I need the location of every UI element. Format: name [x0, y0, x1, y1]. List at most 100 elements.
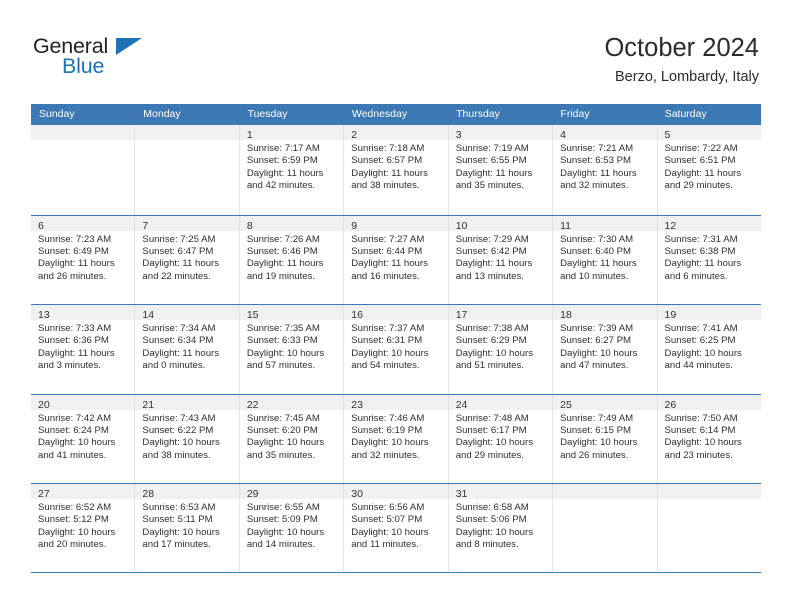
sunrise-text: Sunrise: 7:19 AM [455, 143, 529, 154]
day-cell-23[interactable]: 23 Sunrise: 7:46 AM Sunset: 6:19 PM Dayligh… [343, 394, 448, 483]
day-number: 27 [38, 488, 50, 500]
sunrise-text: Sunrise: 7:21 AM [560, 143, 634, 154]
daylight-text: and 38 minutes. [142, 449, 211, 461]
day-cell-7[interactable]: 7 Sunrise: 7:25 AM Sunset: 6:47 PM Daylight… [134, 215, 239, 304]
day-cell-25[interactable]: 25 Sunrise: 7:49 AM Sunset: 6:15 PM Dayligh… [552, 394, 657, 483]
day-cell-8[interactable]: 8 Sunrise: 7:26 AM Sunset: 6:46 PM Daylight… [238, 215, 344, 304]
sunset-text: Sunset: 6:42 PM [455, 245, 527, 257]
day-cell-details [135, 140, 238, 143]
day-cell-details [658, 499, 761, 502]
day-cell-11[interactable]: 11 Sunrise: 7:30 AM Sunset: 6:40 PM Dayligh… [552, 215, 657, 304]
daylight-text: Daylight: 10 hours [351, 437, 429, 449]
day-cell-24[interactable]: 24 Sunrise: 7:48 AM Sunset: 6:17 PM Dayligh… [447, 394, 553, 483]
day-cell-28[interactable]: 28 Sunrise: 6:53 AM Sunset: 5:11 PM Dayligh… [134, 484, 239, 572]
day-number: 4 [560, 129, 566, 141]
daylight-text: and 47 minutes. [560, 360, 629, 372]
day-cell-26[interactable]: 26 Sunrise: 7:50 AM Sunset: 6:14 PM Dayligh… [656, 394, 761, 483]
daylight-text: Daylight: 10 hours [455, 526, 534, 538]
day-cell-empty [552, 484, 657, 572]
daylight-text: Daylight: 10 hours [142, 526, 220, 538]
day-number-band: 25 [553, 394, 657, 411]
day-cell-6[interactable]: 6 Sunrise: 7:23 AM Sunset: 6:49 PM Daylight… [31, 215, 135, 305]
day-cell-30[interactable]: 30 Sunrise: 6:56 AM Sunset: 5:07 PM Dayligh… [343, 484, 448, 572]
day-cell-details: Sunrise: 7:25 AM Sunset: 6:47 PM Daylight:… [135, 231, 238, 284]
daylight-text: and 6 minutes. [664, 270, 728, 282]
day-cell-1[interactable]: 1 Sunrise: 7:17 AM Sunset: 6:59 PM Daylight… [238, 125, 344, 215]
daylight-text: Daylight: 11 hours [560, 167, 637, 179]
day-number: 11 [560, 219, 572, 232]
day-cell-details: Sunrise: 6:52 AM Sunset: 5:12 PM Daylight:… [31, 499, 134, 552]
day-cell-27[interactable]: 27 Sunrise: 6:52 AM Sunset: 5:12 PM Dayligh… [31, 484, 135, 572]
day-cell-2[interactable]: 2 Sunrise: 7:18 AM Sunset: 6:57 PM Daylight… [343, 125, 448, 215]
day-number-band: 10 [448, 215, 553, 232]
daylight-text: and 26 minutes. [560, 449, 629, 461]
day-cell-details: Sunrise: 7:43 AM Sunset: 6:22 PM Daylight:… [135, 410, 238, 463]
day-cell-31[interactable]: 31 Sunrise: 6:58 AM Sunset: 5:06 PM Dayligh… [447, 484, 553, 572]
sunrise-text: Sunrise: 7:34 AM [142, 323, 216, 334]
day-number: 29 [246, 488, 259, 500]
day-cell-14[interactable]: 14 Sunrise: 7:34 AM Sunset: 6:34 PM Dayligh… [134, 305, 239, 394]
daylight-text: Daylight: 11 hours [38, 258, 115, 270]
daylight-text: and 38 minutes. [351, 180, 420, 192]
daylight-text: Daylight: 10 hours [560, 347, 638, 359]
day-cell-details: Sunrise: 7:46 AM Sunset: 6:19 PM Daylight:… [344, 410, 447, 463]
daylight-text: Daylight: 11 hours [246, 167, 324, 179]
day-cell-21[interactable]: 21 Sunrise: 7:43 AM Sunset: 6:22 PM Dayligh… [134, 394, 239, 483]
day-number: 1 [246, 129, 253, 141]
day-number-band: 19 [657, 305, 761, 321]
day-number-band: 14 [135, 305, 239, 321]
sunrise-text: Sunrise: 7:42 AM [38, 412, 112, 424]
sunrise-text: Sunrise: 6:53 AM [142, 502, 216, 513]
day-cell-3[interactable]: 3 Sunrise: 7:19 AM Sunset: 6:55 PM Daylight… [447, 125, 553, 215]
day-number-band: 5 [657, 125, 761, 141]
day-cell-details: Sunrise: 7:48 AM Sunset: 6:17 PM Daylight:… [449, 410, 552, 463]
day-cell-18[interactable]: 18 Sunrise: 7:39 AM Sunset: 6:27 PM Dayligh… [552, 305, 657, 394]
day-cell-9[interactable]: 9 Sunrise: 7:27 AM Sunset: 6:44 PM Daylight… [343, 215, 448, 304]
day-cell-19[interactable]: 19 Sunrise: 7:41 AM Sunset: 6:25 PM Dayligh… [656, 305, 761, 394]
day-cell-10[interactable]: 10 Sunrise: 7:29 AM Sunset: 6:42 PM Dayligh… [447, 215, 553, 304]
day-cell-details: Sunrise: 7:17 AM Sunset: 6:59 PM Daylight:… [240, 140, 343, 193]
sunset-text: Sunset: 6:27 PM [560, 335, 632, 347]
day-cell-details [31, 140, 134, 143]
weekday-header-wednesday: Wednesday [351, 108, 408, 120]
sunset-text: Sunset: 6:22 PM [142, 424, 214, 436]
sunrise-text: Sunrise: 7:23 AM [38, 233, 112, 245]
day-cell-details: Sunrise: 7:21 AM Sunset: 6:53 PM Daylight:… [553, 140, 656, 193]
day-cell-5[interactable]: 5 Sunrise: 7:22 AM Sunset: 6:51 PM Daylight… [656, 125, 761, 215]
sunset-text: Sunset: 6:20 PM [246, 424, 318, 436]
sunset-text: Sunset: 6:31 PM [351, 335, 423, 347]
weekday-header-friday: Friday [560, 108, 590, 120]
daylight-text: and 10 minutes. [560, 270, 629, 282]
daylight-text: and 17 minutes. [142, 539, 211, 551]
day-cell-12[interactable]: 12 Sunrise: 7:31 AM Sunset: 6:38 PM Dayligh… [656, 215, 761, 304]
daylight-text: and 26 minutes. [38, 270, 107, 282]
day-cell-16[interactable]: 16 Sunrise: 7:37 AM Sunset: 6:31 PM Dayligh… [343, 305, 448, 394]
title-block: October 2024 Berzo, Lombardy, Italy [604, 33, 759, 87]
calendar-week-row: 1 Sunrise: 7:17 AM Sunset: 6:59 PM Daylight… [31, 125, 761, 215]
day-number-band: 15 [239, 305, 344, 321]
day-cell-29[interactable]: 29 Sunrise: 6:55 AM Sunset: 5:09 PM Dayligh… [238, 484, 344, 572]
day-cell-17[interactable]: 17 Sunrise: 7:38 AM Sunset: 6:29 PM Dayligh… [447, 305, 553, 394]
daylight-text: Daylight: 11 hours [246, 258, 324, 270]
day-number-band: 27 [31, 484, 135, 500]
calendar-page: General Blue October 2024 Berzo, Lombard… [0, 0, 792, 612]
day-cell-15[interactable]: 15 Sunrise: 7:35 AM Sunset: 6:33 PM Dayligh… [238, 305, 344, 394]
calendar-week-row: 6 Sunrise: 7:23 AM Sunset: 6:49 PM Daylight… [31, 214, 761, 305]
sunset-text: Sunset: 6:53 PM [560, 155, 632, 167]
day-cell-details: Sunrise: 7:34 AM Sunset: 6:34 PM Daylight:… [135, 320, 238, 373]
daylight-text: and 35 minutes. [246, 449, 316, 461]
day-cell-4[interactable]: 4 Sunrise: 7:21 AM Sunset: 6:53 PM Daylight… [552, 125, 657, 215]
day-number: 5 [664, 129, 671, 141]
day-number: 3 [455, 129, 462, 141]
day-cell-13[interactable]: 13 Sunrise: 7:33 AM Sunset: 6:36 PM Dayligh… [31, 305, 135, 394]
day-cell-22[interactable]: 22 Sunrise: 7:45 AM Sunset: 6:20 PM Dayligh… [238, 394, 344, 483]
day-number: 15 [246, 309, 259, 321]
sunset-text: Sunset: 6:55 PM [455, 155, 527, 167]
sunrise-text: Sunrise: 7:48 AM [455, 412, 529, 424]
day-cell-details: Sunrise: 7:23 AM Sunset: 6:49 PM Daylight:… [31, 231, 134, 284]
day-number-band: 30 [344, 484, 448, 500]
sunrise-text: Sunrise: 7:46 AM [351, 412, 425, 424]
day-cell-20[interactable]: 20 Sunrise: 7:42 AM Sunset: 6:24 PM Dayligh… [31, 394, 135, 484]
day-cell-details: Sunrise: 7:45 AM Sunset: 6:20 PM Daylight:… [240, 410, 343, 463]
sunrise-text: Sunrise: 6:55 AM [246, 502, 320, 513]
